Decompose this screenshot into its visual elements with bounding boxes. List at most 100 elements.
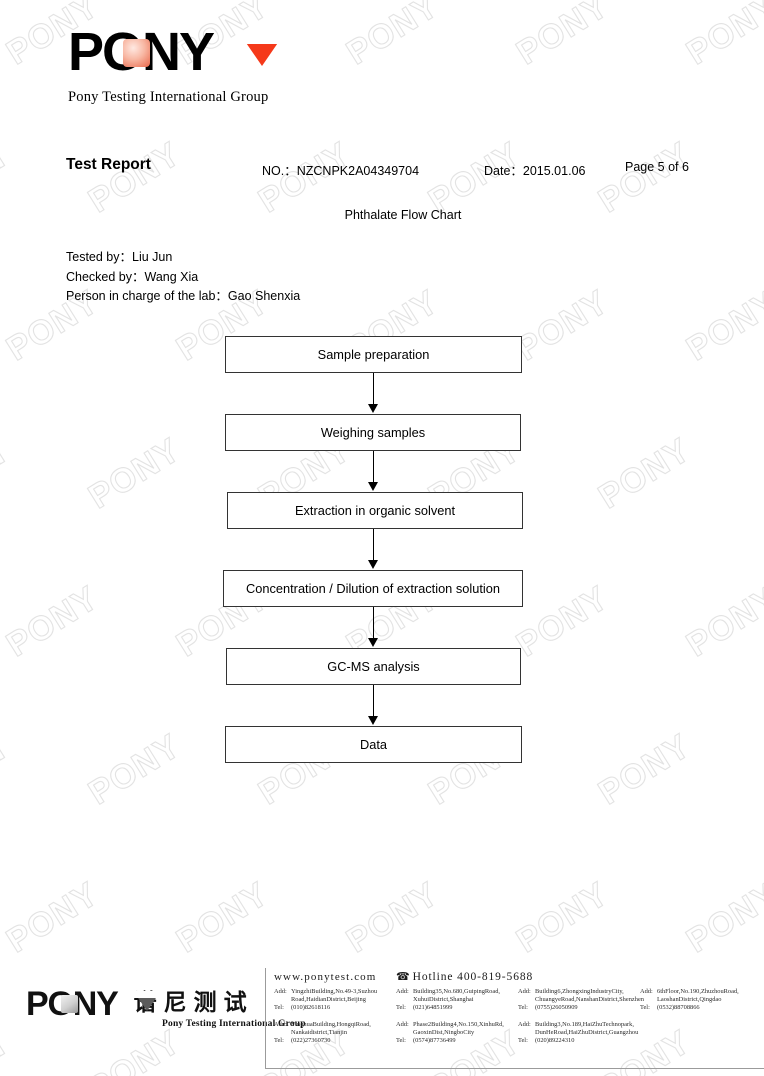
- footer-address-line2: Road,HaidianDistrict,Beijing: [291, 996, 366, 1004]
- flow-arrow: [0, 607, 764, 648]
- footer-address-label: Add:: [518, 1020, 531, 1028]
- flow-node-label: GC-MS analysis: [327, 659, 420, 674]
- pony-logo-mark: PONY: [68, 25, 284, 80]
- footer-logo-y-mask: [133, 991, 161, 998]
- footer-address-label: Add:: [274, 988, 287, 995]
- flow-node: Data: [0, 726, 764, 763]
- flow-arrow-shaft: [373, 607, 375, 641]
- footer-office-entry: Add: YingzhiBuilding,No.49-3,Suzhou Road,H…: [274, 988, 396, 1013]
- footer-tel-value: (0532)88708866: [657, 1004, 700, 1012]
- flow-node-label: Data: [359, 737, 388, 752]
- footer-address-line2: GaoxinDist,NingboCity: [413, 1028, 475, 1036]
- flow-arrow-head-icon: [368, 482, 378, 491]
- footer-website-link[interactable]: www.ponytest.com: [274, 971, 376, 983]
- footer-tel-value: (020)89224310: [535, 1037, 575, 1045]
- footer-tel-value: (022)27360730: [291, 1037, 331, 1045]
- flow-node: Extraction in organic solvent: [0, 492, 764, 529]
- footer-logo-square: [61, 995, 78, 1013]
- flow-arrow-head-icon: [368, 716, 378, 725]
- footer-office-columns: Add: YingzhiBuilding,No.49-3,Suzhou Road,H…: [274, 988, 764, 1053]
- flow-node-label: Weighing samples: [320, 425, 426, 440]
- flow-node-label: Extraction in organic solvent: [294, 503, 456, 518]
- footer-address-line2: DunHeRoad,HaiZhuDistrict,Guangzhou: [535, 1028, 639, 1036]
- tested-by: Tested by：Liu Jun: [66, 250, 173, 264]
- flow-arrow-shaft: [373, 685, 375, 719]
- signatories: Tested by：Liu Jun Checked by：Wang Xia Pe…: [66, 248, 300, 307]
- page-footer: PONY 谱尼测试 Pony Testing International Gro…: [0, 962, 764, 1076]
- footer-hotline-text: Hotline 400-819-5688: [412, 971, 534, 983]
- footer-address-line1: Building3,No.189,HaiZhuTechnopark,: [535, 1020, 634, 1028]
- footer-address-line2: LaoshanDistrict,Qingdao: [657, 996, 722, 1004]
- footer-logo-row: PONY 谱尼测试: [26, 987, 306, 1022]
- footer-office-column: Add: YingzhiBuilding,No.49-3,Suzhou Road,H…: [274, 988, 396, 1053]
- flow-arrow-shaft: [373, 529, 375, 563]
- footer-office-entry: Add: Building6,ZhongxingIndustryCity, Chua…: [518, 988, 644, 1013]
- flow-node-box: GC-MS analysis: [226, 648, 521, 685]
- report-date-value: 2015.01.06: [522, 164, 586, 178]
- footer-address-line1: 6thFloor,No.190,ZhuzhouRoad,: [657, 988, 739, 995]
- footer-hotline: ☎ Hotline 400-819-5688: [396, 971, 533, 983]
- phone-icon: ☎: [396, 970, 411, 983]
- report-number: NO.：NZCNPK2A04349704: [262, 160, 419, 179]
- flow-arrow-shaft: [373, 451, 375, 485]
- footer-tel-value: (0574)87736499: [413, 1037, 456, 1045]
- footer-office-column: Add: Building35,No.680,GuipingRoad, XuhuiD…: [396, 988, 518, 1053]
- flow-node: Sample preparation: [0, 336, 764, 373]
- footer-office-entry: Add: Building3,No.189,HaiZhuTechnopark, Du…: [518, 1021, 640, 1046]
- flow-arrow: [0, 451, 764, 492]
- report-number-label: NO.：: [262, 164, 297, 178]
- footer-tel-value: (021)64851999: [413, 1004, 453, 1012]
- footer-tel-label: Tel:: [274, 1037, 284, 1045]
- flow-arrow-head-icon: [368, 560, 378, 569]
- flow-node-box: Sample preparation: [225, 336, 522, 373]
- footer-logo: PONY 谱尼测试 Pony Testing International Gro…: [26, 987, 306, 1029]
- footer-address-line1: Building6,ZhongxingIndustryCity,: [535, 988, 624, 995]
- pony-logo: PONY Pony Testing International Group: [68, 25, 284, 106]
- lab-person-in-charge: Person in charge of the lab：Gao Shenxia: [66, 289, 301, 303]
- footer-address-label: Add:: [640, 988, 653, 995]
- checked-by: Checked by：Wang Xia: [66, 269, 199, 284]
- footer-address-label: Add:: [518, 988, 531, 995]
- flow-chart: Sample preparation Weighing samples Extrac…: [0, 336, 764, 763]
- document-page: PONY Pony Testing International Group Te…: [0, 0, 764, 1076]
- flow-node: Weighing samples: [0, 414, 764, 451]
- footer-address-label: Add:: [274, 1020, 287, 1028]
- footer-contact-top: www.ponytest.com ☎ Hotline 400-819-5688: [274, 971, 764, 987]
- flow-node-box: Extraction in organic solvent: [227, 492, 523, 529]
- flow-node-box: Data: [225, 726, 522, 763]
- flow-arrow: [0, 685, 764, 726]
- flow-node-label: Concentration / Dilution of extraction s…: [246, 581, 500, 596]
- page-number: Page 5 of 6: [625, 160, 689, 174]
- flow-node: Concentration / Dilution of extraction s…: [0, 570, 764, 607]
- report-date-label: Date：: [484, 164, 523, 178]
- footer-office-entry: Add: 6thFloor,No.190,ZhuzhouRoad, LaoshanD…: [640, 988, 762, 1013]
- footer-office-entry: Add: YinghuaBuilding,HongqiRoad, Nankaidis…: [274, 1021, 396, 1046]
- report-number-value: NZCNPK2A04349704: [296, 164, 420, 178]
- footer-tel-label: Tel:: [396, 1037, 406, 1045]
- footer-tel-label: Tel:: [640, 1004, 650, 1012]
- page-title: Test Report: [66, 156, 151, 173]
- flow-arrow-head-icon: [368, 638, 378, 647]
- footer-address-line1: YingzhiBuilding,No.49-3,Suzhou: [291, 988, 378, 995]
- footer-address-label: Add:: [396, 988, 409, 995]
- footer-address-label: Add:: [396, 1020, 409, 1028]
- footer-address-line2: XuhuiDistrict,Shanghai: [413, 996, 474, 1004]
- flow-node: GC-MS analysis: [0, 648, 764, 685]
- footer-office-entry: Add: Building35,No.680,GuipingRoad, XuhuiD…: [396, 988, 518, 1013]
- footer-address-line2: ChuangyeRoad,NanshanDistrict,Shenzhen: [535, 996, 644, 1004]
- footer-office-entry: Add: Phase2Building4,No.150,XinhuRd, Gaoxi…: [396, 1021, 518, 1046]
- pony-logo-orange-square: [123, 39, 150, 67]
- footer-office-column: Add: Building6,ZhongxingIndustryCity, Chua…: [518, 988, 644, 1053]
- footer-tel-label: Tel:: [518, 1037, 528, 1045]
- footer-vertical-divider: [265, 968, 266, 1068]
- footer-tel-value: (0755)26050909: [535, 1004, 578, 1012]
- footer-tel-value: (010)82618116: [291, 1004, 331, 1012]
- footer-tel-label: Tel:: [274, 1004, 284, 1012]
- footer-pony-wordmark: PONY: [26, 987, 161, 1021]
- footer-address-line1: Phase2Building4,No.150,XinhuRd,: [413, 1020, 504, 1028]
- flow-arrow: [0, 373, 764, 414]
- flow-node-box: Weighing samples: [225, 414, 521, 451]
- footer-address-line2: Nankaidistrict,Tianjin: [291, 1028, 348, 1036]
- report-date: Date：2015.01.06: [484, 160, 585, 179]
- pony-logo-y-mask: [239, 33, 284, 44]
